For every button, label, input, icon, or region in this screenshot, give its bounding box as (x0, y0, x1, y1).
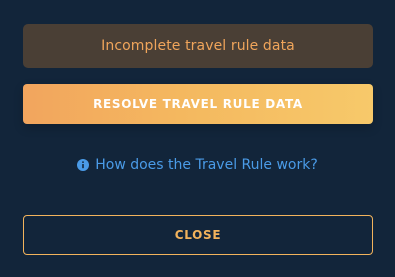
how-does-travel-rule-work-link[interactable]: How does the Travel Rule work? (77, 157, 318, 173)
travel-rule-dialog: Incomplete travel rule data RESOLVE TRAV… (0, 0, 395, 277)
resolve-travel-rule-data-label: RESOLVE TRAVEL RULE DATA (93, 97, 303, 111)
how-does-travel-rule-work-label: How does the Travel Rule work? (95, 157, 318, 173)
incomplete-data-text: Incomplete travel rule data (101, 38, 295, 54)
info-icon (77, 159, 90, 171)
close-button[interactable]: CLOSE (23, 215, 373, 255)
help-link-row: How does the Travel Rule work? (0, 155, 395, 175)
resolve-travel-rule-data-button[interactable]: RESOLVE TRAVEL RULE DATA (23, 84, 373, 124)
incomplete-data-banner: Incomplete travel rule data (23, 24, 373, 68)
close-button-label: CLOSE (174, 228, 222, 242)
